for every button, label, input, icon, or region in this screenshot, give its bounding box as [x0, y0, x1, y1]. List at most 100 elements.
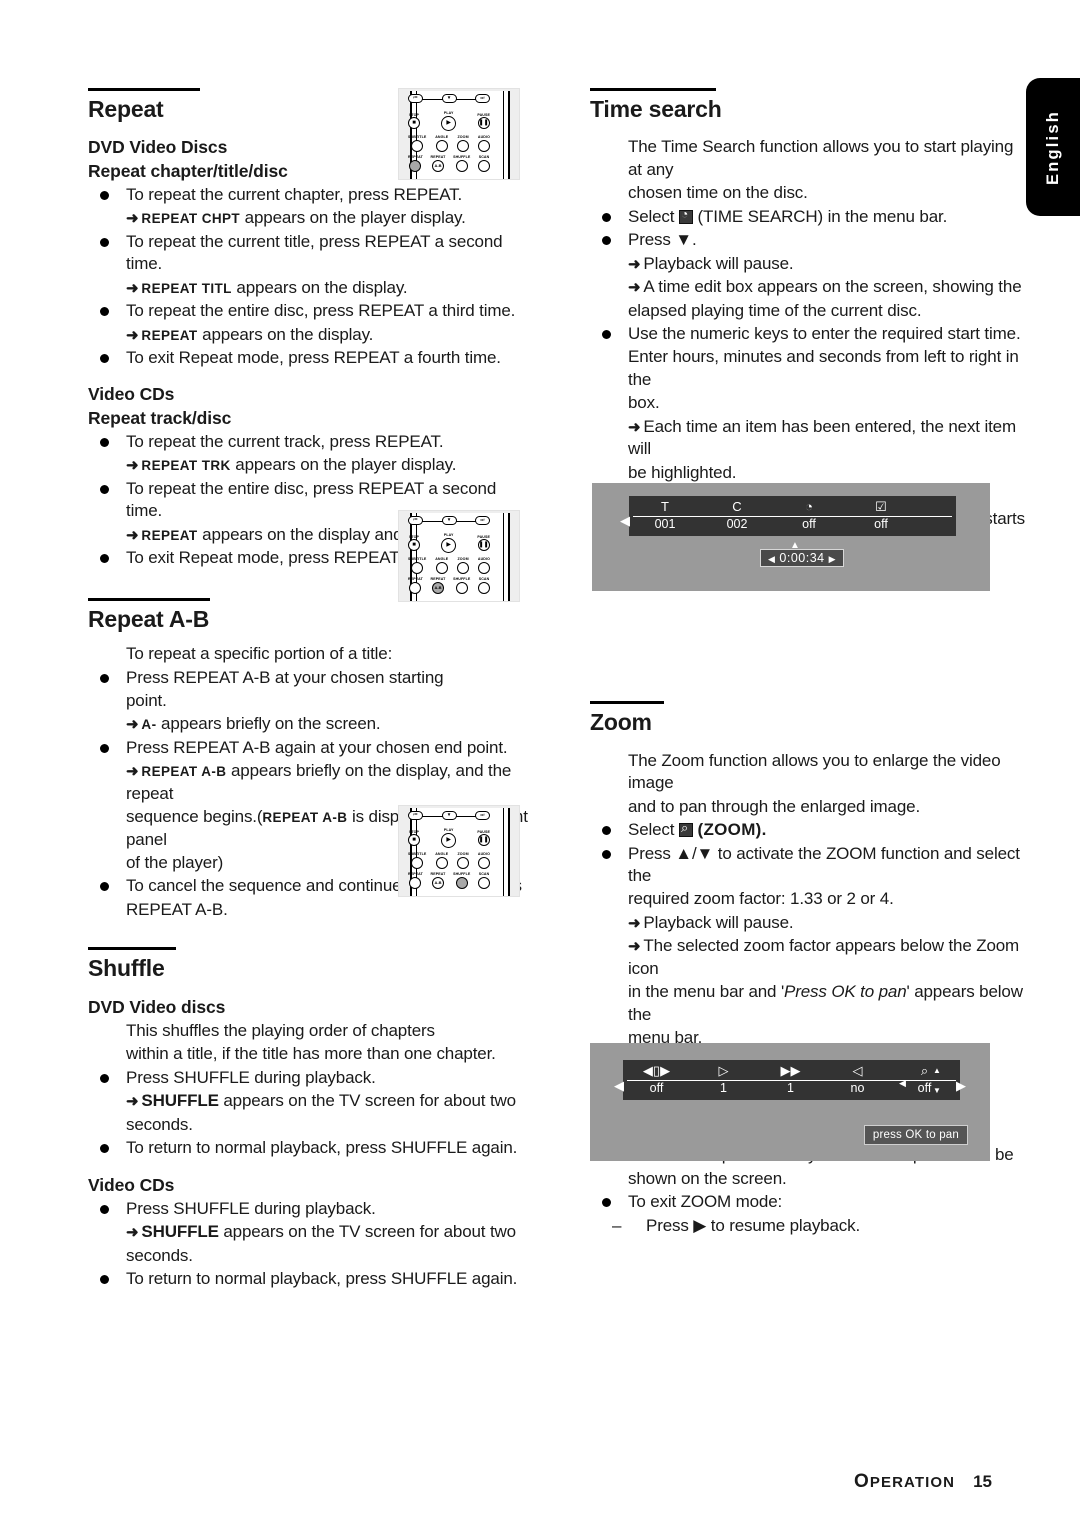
list-item: To repeat a specific portion of a title:	[88, 643, 528, 665]
bullet-icon	[100, 743, 109, 753]
time-edit-box[interactable]: ◀ 0:00:34 ▶	[760, 549, 845, 567]
bullet-icon	[602, 849, 611, 859]
remote-image-repeat-ab: ⏮ ▼ ⏭ STOP ■ PLAY ▶ PAUSE ❚❚ SUBTITLE ANGLE…	[398, 510, 520, 602]
osd-value-chapter[interactable]: 002	[701, 517, 773, 533]
remote-key-audio: AUDIO	[478, 557, 490, 574]
line-text: Press ▶ to resume playback.	[646, 1215, 861, 1235]
osd-value-fast-forward[interactable]: 1	[757, 1081, 824, 1097]
arrow-icon: ➜	[126, 716, 139, 734]
checkbox-icon[interactable]: ☑	[845, 499, 917, 516]
osd-zoom-down-arrow-icon[interactable]: ▼	[933, 1086, 941, 1095]
section-repeat-ab-heading: Repeat A-B	[88, 597, 528, 632]
line-text: chosen time on the disc.	[628, 183, 808, 203]
section-zoom-heading: Zoom	[590, 701, 1030, 735]
bullet-icon	[100, 484, 109, 494]
line-text: shown on the screen.	[628, 1168, 787, 1188]
osd-left-arrow-icon[interactable]: ◀	[614, 1079, 624, 1092]
osd-time-search-figure: T C ◔ ☑ 001 002 off off ◀ ▲ ◀ 0:00:34 ▶	[592, 483, 990, 591]
osd-zoom-left-arrow-icon[interactable]: ◀	[899, 1079, 906, 1088]
arrow-icon: ➜	[628, 255, 641, 273]
osd-value-title[interactable]: 001	[629, 517, 701, 533]
list-item: ➜ Each time an item has been entered, the…	[590, 416, 1030, 461]
heading-rule	[88, 88, 200, 91]
osd-col-chapter-icon[interactable]: C	[701, 499, 773, 516]
remote-key-down: ▼	[441, 516, 457, 525]
line-text: Select	[628, 206, 675, 226]
line-text: seconds.	[126, 1114, 193, 1134]
remote-key-zoom: ZOOM	[457, 135, 470, 152]
line-text: To repeat the current title, press REPEA…	[126, 231, 503, 274]
osd-value-shuffle[interactable]: off	[623, 1081, 690, 1097]
osd-value-time-search[interactable]: off	[773, 517, 845, 533]
list-item: REPEAT A-B.	[88, 899, 528, 921]
list-item: be highlighted.	[590, 462, 1030, 484]
osd-value-checkbox[interactable]: off	[845, 517, 917, 533]
remote-key-scan: SCAN	[478, 155, 490, 172]
time-edit-value[interactable]: 0:00:34	[779, 551, 824, 565]
bullet-icon	[100, 1073, 109, 1083]
list-item: Select (TIME SEARCH) in the menu bar.	[590, 206, 1030, 228]
remote-key-pause: PAUSE ❚❚	[477, 830, 490, 846]
osd-value-play[interactable]: 1	[690, 1081, 757, 1097]
list-item: To repeat the current title, press REPEA…	[88, 231, 528, 276]
code-label: REPEAT TRK	[141, 458, 231, 474]
line-text: To repeat the entire disc, press REPEAT …	[126, 301, 516, 321]
time-edit-right-arrow-icon[interactable]: ▶	[829, 554, 836, 564]
line-text: sequence begins.(	[126, 807, 263, 827]
list-item: Press SHUFFLE during playback.	[88, 1067, 528, 1089]
remote-key-angle: ANGLE	[435, 852, 448, 869]
time-edit-left-arrow-icon[interactable]: ◀	[768, 554, 775, 564]
left-column: Repeat DVD Video Discs Repeat chapter/ti…	[88, 88, 528, 1291]
list-item: Press ▼.	[590, 229, 1030, 251]
line-text: appears on the player display.	[244, 208, 466, 228]
remote-key-audio: AUDIO	[478, 135, 490, 152]
remote-row-media: SUBTITLE ANGLE ZOOM AUDIO	[408, 135, 490, 152]
line-text: within a title, if the title has more th…	[126, 1044, 496, 1064]
osd-right-arrow-icon[interactable]: ▶	[956, 1079, 966, 1092]
line-text: To return to normal playback, press SHUF…	[126, 1269, 518, 1289]
list-item: ➜ A- appears briefly on the screen.	[88, 713, 528, 735]
code-label: REPEAT TITL	[141, 280, 232, 296]
heading-rule	[88, 597, 210, 601]
osd-col-title-icon[interactable]: T	[629, 499, 701, 516]
shuffle-icon[interactable]: ◀▯▶	[623, 1063, 690, 1080]
remote-key-shuffle: SHUFFLE	[453, 872, 470, 889]
bullet-icon	[100, 554, 109, 564]
list-item: ➜ SHUFFLE appears on the TV screen for ab…	[88, 1221, 528, 1243]
remote-key-play: PLAY ▶	[441, 111, 457, 131]
list-item: Press SHUFFLE during playback.	[88, 1198, 528, 1220]
line-text: The Time Search function allows you to s…	[628, 137, 1014, 179]
time-search-icon[interactable]: ◔	[773, 499, 845, 516]
line-text: Press ▲/▼ to activate the ZOOM function …	[628, 843, 1020, 885]
play-icon[interactable]: ▷	[690, 1063, 757, 1080]
line-text: be highlighted.	[628, 462, 737, 482]
language-tab: English	[1026, 78, 1080, 216]
remote-row-top: ⏮ ▼ ⏭	[408, 516, 490, 525]
page-footer: OPERATION 15	[854, 1471, 992, 1493]
shuffle-title: Shuffle	[88, 955, 165, 982]
osd-left-arrow-icon[interactable]: ◀	[620, 514, 630, 527]
list-item: elapsed playing time of the current disc…	[590, 300, 1030, 322]
angle-icon[interactable]: ◁	[824, 1063, 891, 1080]
list-item: ➜ REPEAT TRK appears on the player displa…	[88, 454, 528, 476]
osd-zoom-up-arrow-icon[interactable]: ▲	[933, 1066, 941, 1075]
zoom-icon	[678, 821, 693, 838]
line-text: Use the numeric keys to enter the requir…	[628, 323, 1021, 343]
manual-page: English Repeat DVD Video Discs Repeat ch…	[0, 0, 1080, 1528]
footer-section-label: OPERATION	[854, 1471, 955, 1493]
footer-section-initial: O	[853, 1471, 870, 1492]
line-text: A time edit box appears on the screen, s…	[643, 277, 1022, 297]
line-text: required zoom factor: 1.33 or 2 or 4.	[628, 889, 894, 909]
remote-key-shuffle: SHUFFLE	[453, 155, 470, 172]
line-text: To return to normal playback, press SHUF…	[126, 1138, 518, 1158]
arrow-icon: ➜	[628, 418, 641, 436]
bullet-icon	[100, 1204, 109, 1214]
bullet-icon	[100, 438, 109, 447]
osd-value-angle[interactable]: no	[824, 1081, 891, 1097]
fast-forward-icon[interactable]: ▶▶	[757, 1063, 824, 1080]
line-text: and to pan through the enlarged image.	[628, 796, 921, 816]
remote-key-stop: STOP ■	[408, 830, 420, 846]
list-item: ➜ REPEAT CHPT appears on the player displ…	[88, 207, 528, 229]
repeat-vcd-subhead: Video CDs	[88, 384, 175, 405]
osd-menu-bar: T C ◔ ☑ 001 002 off off	[629, 496, 956, 536]
